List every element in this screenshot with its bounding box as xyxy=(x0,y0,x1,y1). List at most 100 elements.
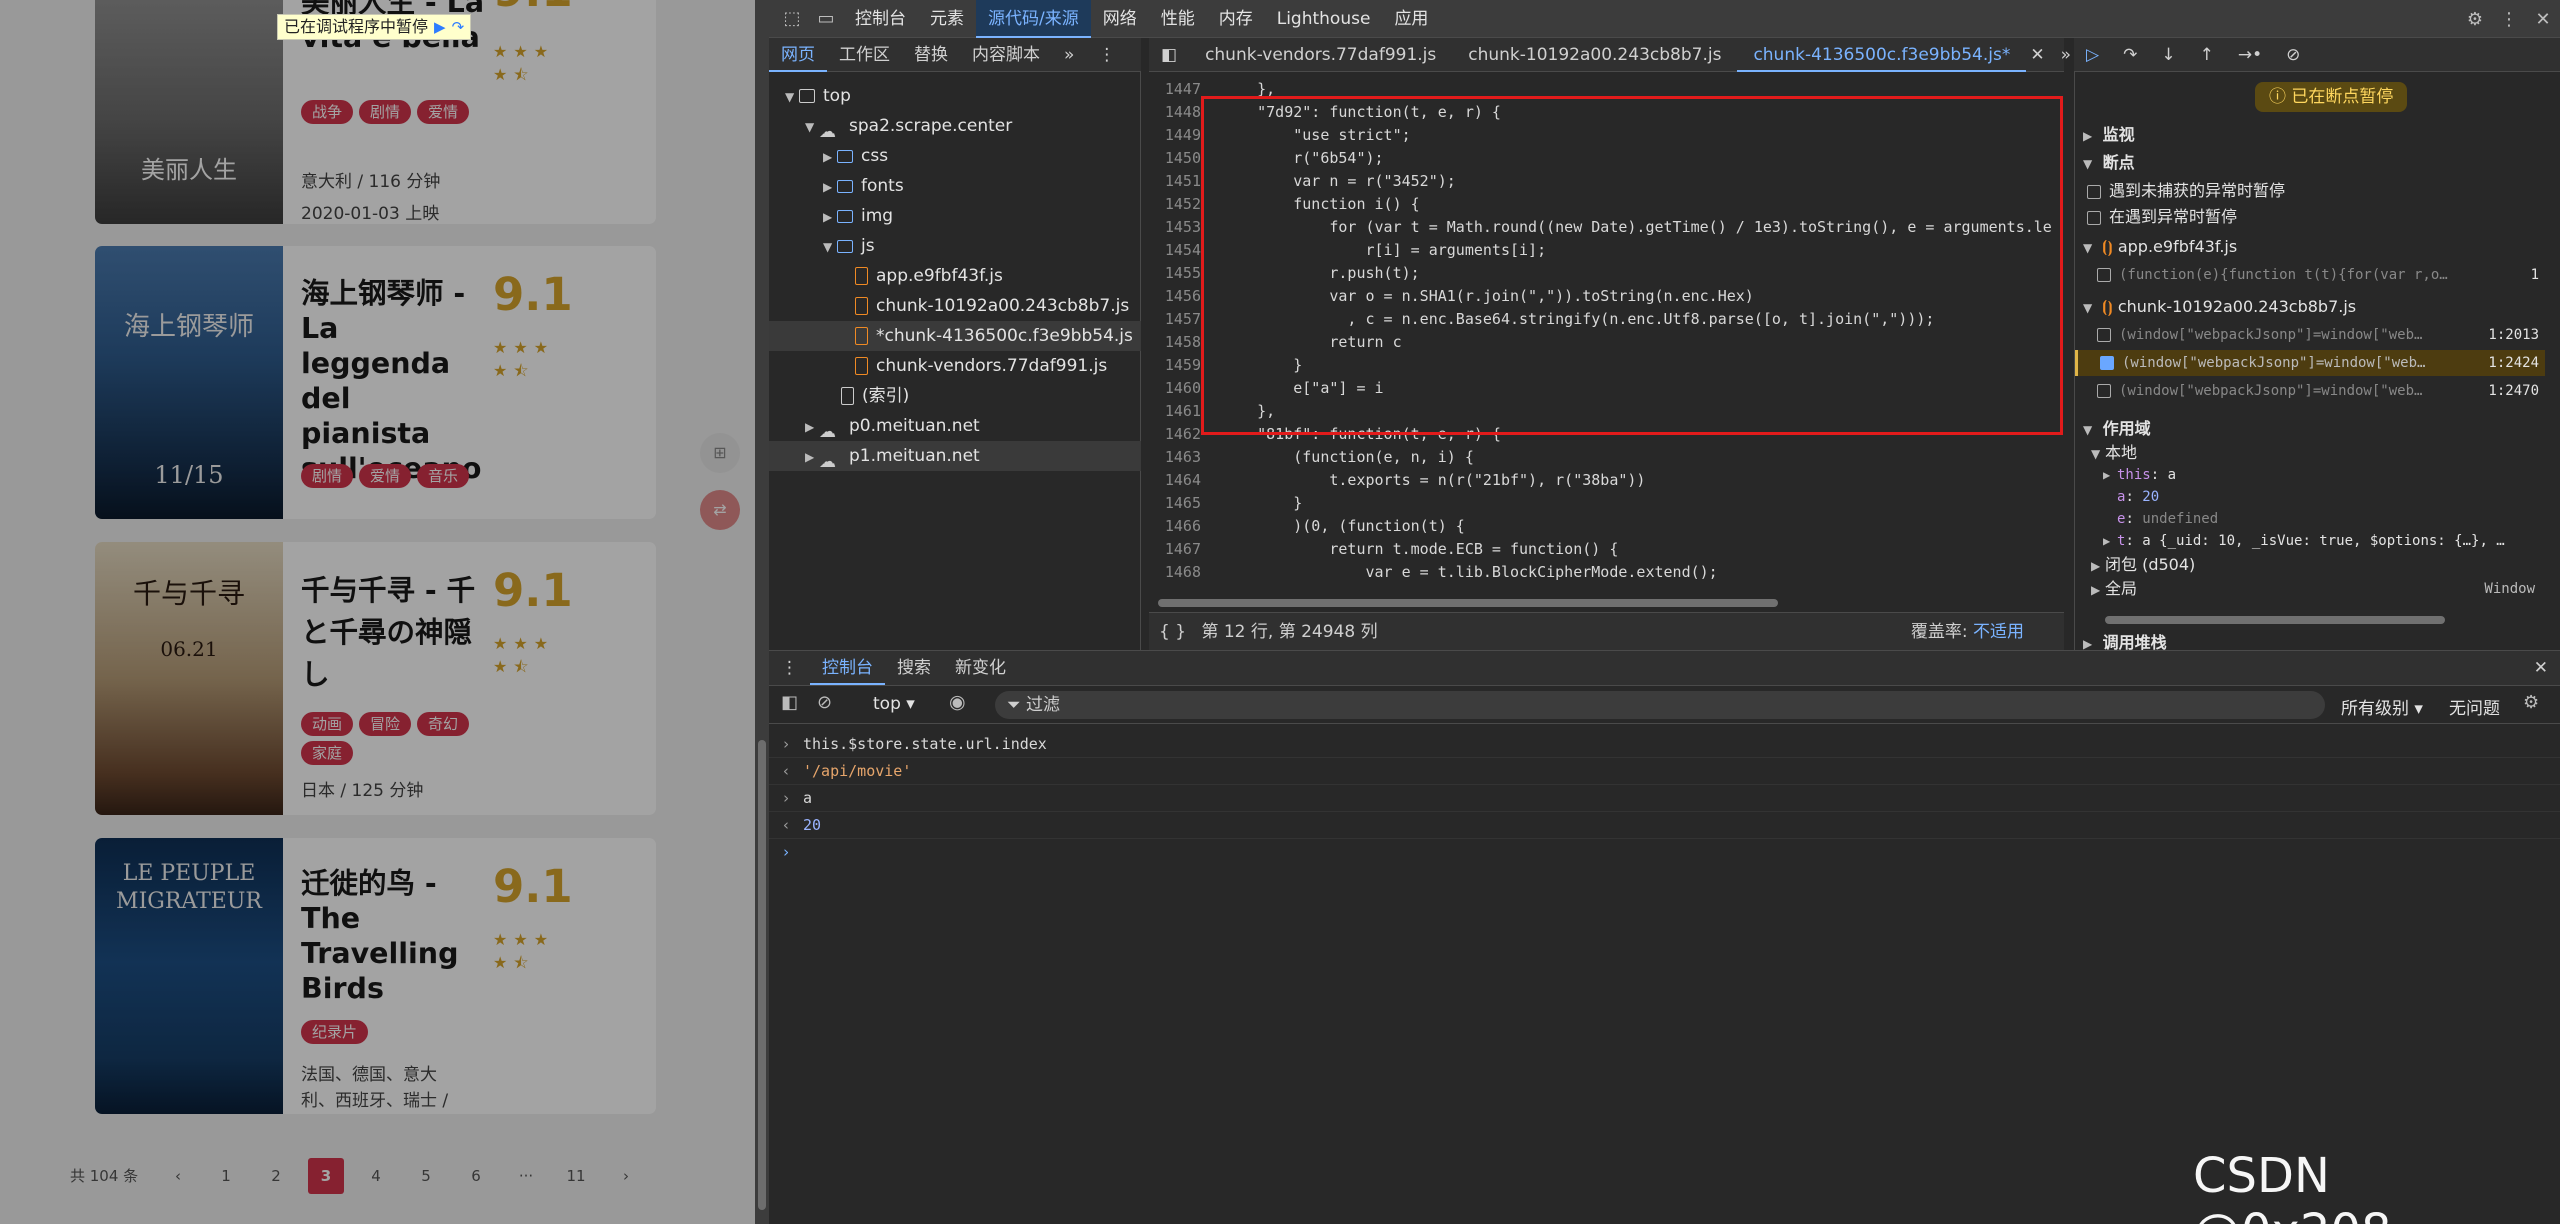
tree-item-domain[interactable]: ▼ ☁ spa2.scrape.center xyxy=(769,111,1141,142)
drawer-tab-console[interactable]: 控制台 xyxy=(810,651,885,685)
line-number[interactable]: 1462 xyxy=(1149,423,1201,446)
expand-icon[interactable]: ▶ xyxy=(823,172,837,202)
device-toolbar-icon[interactable]: ▭ xyxy=(809,8,843,29)
step-over-icon[interactable]: ↷ xyxy=(452,15,465,39)
tree-item-file[interactable]: app.e9fbf43f.js xyxy=(769,261,1141,291)
line-number[interactable]: 1454 xyxy=(1149,239,1201,262)
tree-item-folder[interactable]: ▶ css xyxy=(769,141,1141,171)
more-tabs-icon[interactable]: » xyxy=(1052,38,1086,72)
bp-item[interactable]: (window["webpackJsonp"]=window["web… 1:24… xyxy=(2075,378,2545,404)
page-scrollbar-thumb[interactable] xyxy=(758,740,766,1210)
section-scope[interactable]: ▼ 作用域 xyxy=(2075,416,2545,442)
expand-icon[interactable]: ▼ xyxy=(2083,235,2097,261)
line-number[interactable]: 1449 xyxy=(1149,124,1201,147)
checkbox[interactable] xyxy=(2087,210,2101,225)
code-line[interactable]: 1467 return t.mode.ECB = function() { xyxy=(1149,538,1618,561)
console-entry-input[interactable]: › this.$store.state.url.index xyxy=(769,730,2560,758)
code-line[interactable]: 1463 (function(e, n, i) { xyxy=(1149,446,1474,469)
scope-var[interactable]: ▶ t: a {_uid: 10, _isVue: true, $options:… xyxy=(2075,528,2545,554)
line-number[interactable]: 1455 xyxy=(1149,262,1201,285)
checkbox-checked[interactable] xyxy=(2100,356,2114,370)
checkbox[interactable] xyxy=(2097,328,2111,342)
pretty-print-icon[interactable]: { } xyxy=(1159,622,1186,642)
line-number[interactable]: 1457 xyxy=(1149,308,1201,331)
line-number[interactable]: 1460 xyxy=(1149,377,1201,400)
expand-icon[interactable]: ▼ xyxy=(785,82,799,112)
section-watch[interactable]: ▶ 监视 xyxy=(2075,122,2545,148)
tree-item-file[interactable]: chunk-10192a00.243cb8b7.js xyxy=(769,291,1141,321)
tree-item-file[interactable]: chunk-vendors.77daf991.js xyxy=(769,351,1141,381)
expand-icon[interactable]: ▶ xyxy=(2091,577,2105,603)
step-into-icon[interactable]: ↓ xyxy=(2149,38,2187,72)
tab-sources[interactable]: 源代码/来源 xyxy=(976,0,1091,38)
scope-global[interactable]: ▶ 全局 Window xyxy=(2075,576,2545,602)
log-levels-select[interactable]: 所有级别 ▾ xyxy=(2341,694,2423,719)
section-breakpoints[interactable]: ▼ 断点 xyxy=(2075,150,2545,176)
tree-item-top[interactable]: ▼ top xyxy=(769,81,1141,111)
code-line[interactable]: 1466 )(0, (function(t) { xyxy=(1149,515,1465,538)
tree-item-domain[interactable]: ▶ ☁ p0.meituan.net xyxy=(769,411,1141,442)
scrollbar-thumb[interactable] xyxy=(1158,599,1778,607)
checkbox[interactable] xyxy=(2087,184,2101,199)
expand-icon[interactable]: ▼ xyxy=(2083,151,2097,177)
close-icon[interactable]: ✕ xyxy=(2526,9,2560,30)
subtab-workspace[interactable]: 工作区 xyxy=(827,38,902,72)
expand-icon[interactable]: ▼ xyxy=(805,112,819,142)
console-entry-result[interactable]: ‹ '/api/movie' xyxy=(769,757,2560,785)
close-tab-icon[interactable]: ✕ xyxy=(2026,38,2048,72)
expand-icon[interactable]: ▶ xyxy=(2083,631,2097,650)
tab-application[interactable]: 应用 xyxy=(1382,0,1440,38)
resume-icon[interactable]: ▷ xyxy=(2074,38,2111,72)
expand-icon[interactable]: ▶ xyxy=(823,202,837,232)
tree-item-domain[interactable]: ▶ ☁ p1.meituan.net xyxy=(769,441,1141,472)
bp-file[interactable]: ▼ ⦗⦘ app.e9fbf43f.js xyxy=(2075,234,2545,260)
bp-item-active[interactable]: (window["webpackJsonp"]=window["web… 1:24… xyxy=(2075,350,2545,376)
file-tab-active[interactable]: chunk-4136500c.f3e9bb54.js* xyxy=(1737,38,2027,72)
line-number[interactable]: 1468 xyxy=(1149,561,1201,584)
console-prompt[interactable]: › xyxy=(769,838,2560,866)
sidebar-horizontal-scrollbar[interactable] xyxy=(2105,616,2445,624)
drawer-tab-changes[interactable]: 新变化 xyxy=(943,651,1018,685)
tab-elements[interactable]: 元素 xyxy=(918,0,976,38)
tab-lighthouse[interactable]: Lighthouse xyxy=(1265,0,1383,38)
line-number[interactable]: 1448 xyxy=(1149,101,1201,124)
line-number[interactable]: 1452 xyxy=(1149,193,1201,216)
tree-item-folder[interactable]: ▶ img xyxy=(769,201,1141,231)
checkbox[interactable] xyxy=(2097,384,2111,398)
tree-item-file-selected[interactable]: *chunk-4136500c.f3e9bb54.js xyxy=(769,321,1141,351)
line-number[interactable]: 1459 xyxy=(1149,354,1201,377)
editor-horizontal-scrollbar[interactable] xyxy=(1154,598,2034,608)
subtab-content-scripts[interactable]: 内容脚本 xyxy=(960,38,1052,72)
file-tab[interactable]: chunk-10192a00.243cb8b7.js xyxy=(1452,38,1737,72)
gear-icon[interactable]: ⚙ xyxy=(2523,692,2539,713)
code-line[interactable]: 1468 var e = t.lib.BlockCipherMode.exten… xyxy=(1149,561,1718,584)
drawer-tab-search[interactable]: 搜索 xyxy=(885,651,943,685)
more-vertical-icon[interactable]: ⋮ xyxy=(2492,9,2526,30)
tab-memory[interactable]: 内存 xyxy=(1207,0,1265,38)
subtab-overrides[interactable]: 替换 xyxy=(902,38,960,72)
bp-item[interactable]: (window["webpackJsonp"]=window["web… 1:20… xyxy=(2075,322,2545,348)
file-tab[interactable]: chunk-vendors.77daf991.js xyxy=(1189,38,1452,72)
line-number[interactable]: 1456 xyxy=(1149,285,1201,308)
more-vertical-icon[interactable]: ⋮ xyxy=(1086,38,1127,72)
line-number[interactable]: 1466 xyxy=(1149,515,1201,538)
inspect-element-icon[interactable]: ⬚ xyxy=(775,8,809,29)
step-out-icon[interactable]: ↑ xyxy=(2188,38,2226,72)
expand-icon[interactable]: ▶ xyxy=(805,442,819,472)
checkbox[interactable] xyxy=(2097,268,2111,282)
line-number[interactable]: 1451 xyxy=(1149,170,1201,193)
tab-performance[interactable]: 性能 xyxy=(1149,0,1207,38)
issues-count[interactable]: 无问题 xyxy=(2449,694,2500,719)
line-number[interactable]: 1461 xyxy=(1149,400,1201,423)
line-number[interactable]: 1465 xyxy=(1149,492,1201,515)
expand-icon[interactable]: ▶ xyxy=(2103,528,2117,554)
expand-icon[interactable]: ▶ xyxy=(805,412,819,442)
expand-icon[interactable]: ▼ xyxy=(823,232,837,262)
tab-network[interactable]: 网络 xyxy=(1091,0,1149,38)
section-callstack[interactable]: ▶ 调用堆栈 xyxy=(2075,630,2545,650)
line-number[interactable]: 1464 xyxy=(1149,469,1201,492)
deactivate-breakpoints-icon[interactable]: ⊘ xyxy=(2274,38,2312,72)
line-number[interactable]: 1463 xyxy=(1149,446,1201,469)
console-entry-result[interactable]: ‹ 20 xyxy=(769,811,2560,839)
line-number[interactable]: 1458 xyxy=(1149,331,1201,354)
